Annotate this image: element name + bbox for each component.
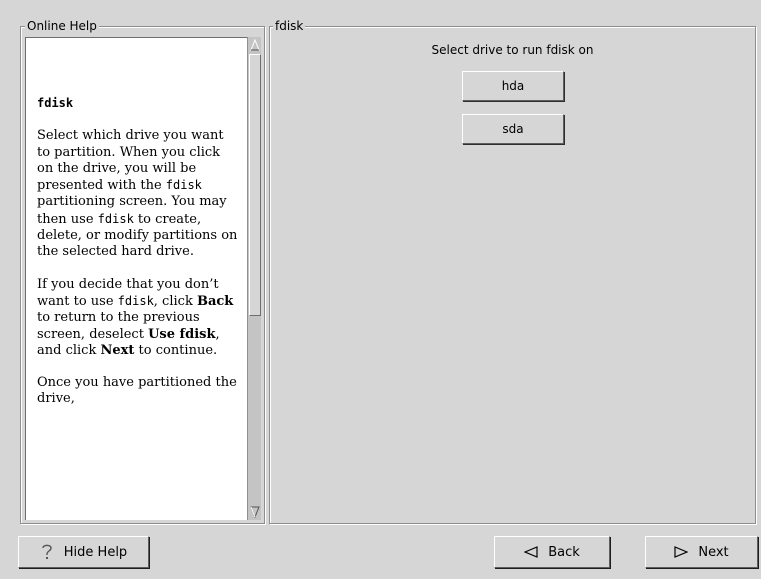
drive-button-hda[interactable]: hda xyxy=(462,71,564,101)
next-label: Next xyxy=(698,544,729,560)
scroll-thumb[interactable] xyxy=(249,54,261,316)
scroll-down-arrow-icon[interactable] xyxy=(249,505,261,519)
online-help-panel: Online Help fdisk Select which drive you… xyxy=(20,19,265,524)
next-button[interactable]: Next xyxy=(645,536,758,568)
select-drive-label: Select drive to run fdisk on xyxy=(431,43,594,57)
back-label: Back xyxy=(548,544,580,560)
help-heading: fdisk xyxy=(37,96,74,110)
help-paragraph-3: Once you have partitioned the drive, xyxy=(37,375,237,407)
back-button[interactable]: Back xyxy=(494,536,610,568)
left-triangle-icon xyxy=(524,546,538,558)
help-text-area[interactable]: fdisk Select which drive you want to par… xyxy=(25,37,247,520)
hide-help-button[interactable]: Hide Help xyxy=(18,536,149,568)
help-scrollbar[interactable] xyxy=(247,37,261,520)
right-triangle-icon xyxy=(674,546,689,558)
help-paragraph-1: Select which drive you want to partition… xyxy=(37,128,238,260)
help-paragraph-2: If you decide that you don’t want to use… xyxy=(37,276,234,358)
drive-button-sda[interactable]: sda xyxy=(462,114,564,144)
fdisk-panel: fdisk Select drive to run fdisk on hda s… xyxy=(269,19,756,524)
scroll-up-arrow-icon[interactable] xyxy=(249,38,261,52)
question-mark-icon xyxy=(40,543,54,561)
online-help-title: Online Help xyxy=(25,19,99,33)
hide-help-label: Hide Help xyxy=(63,544,128,560)
fdisk-panel-title: fdisk xyxy=(273,19,306,33)
